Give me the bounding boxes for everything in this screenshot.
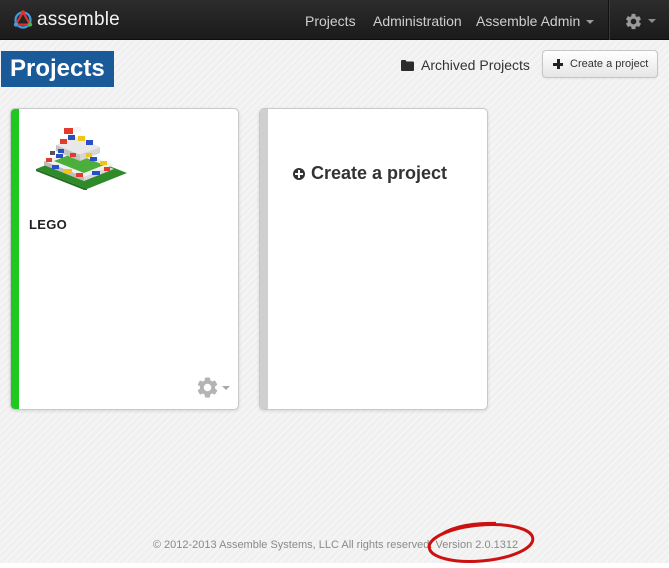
settings-menu-button[interactable] [624,11,656,31]
assemble-logo-icon [13,10,33,29]
footer-version: Version 2.0.1312 [435,539,519,551]
project-name: LEGO [29,217,68,232]
card-stripe [260,109,268,409]
bottom-strip [0,563,669,568]
plus-circle-icon [293,167,305,180]
gear-icon [197,377,218,398]
folder-icon [401,59,414,71]
create-project-card-label-row: Create a project [293,163,447,184]
create-project-card[interactable]: Create a project [259,108,488,410]
create-project-button[interactable]: Create a project [542,50,658,78]
plus-icon [553,59,563,69]
page-title: Projects [1,51,114,87]
nav-user-menu[interactable]: Assemble Admin [476,0,595,40]
footer: © 2012-2013 Assemble Systems, LLC All ri… [0,539,669,551]
chevron-down-icon [586,20,595,25]
brand-logo[interactable]: assemble [12,8,120,32]
archived-projects-label: Archived Projects [421,57,530,73]
project-settings-button[interactable] [195,375,230,400]
gear-icon [626,13,641,29]
footer-copyright: © 2012-2013 Assemble Systems, LLC All ri… [152,539,433,551]
archived-projects-link[interactable]: Archived Projects [401,54,530,76]
nav-administration-link[interactable]: Administration [373,0,462,40]
create-project-button-label: Create a project [570,58,649,70]
user-menu-label: Assemble Admin [476,13,581,29]
brand-name: assemble [37,9,120,30]
nav-projects-link[interactable]: Projects [305,0,356,40]
chevron-down-icon [222,385,230,390]
lego-model-image [36,127,127,190]
project-card[interactable]: LEGO [10,108,239,410]
chevron-down-icon [648,19,656,23]
nav-divider [608,0,610,40]
create-project-card-label: Create a project [311,163,448,183]
top-navbar: assemble Projects Administration Assembl… [0,0,669,40]
project-status-stripe [11,109,19,409]
